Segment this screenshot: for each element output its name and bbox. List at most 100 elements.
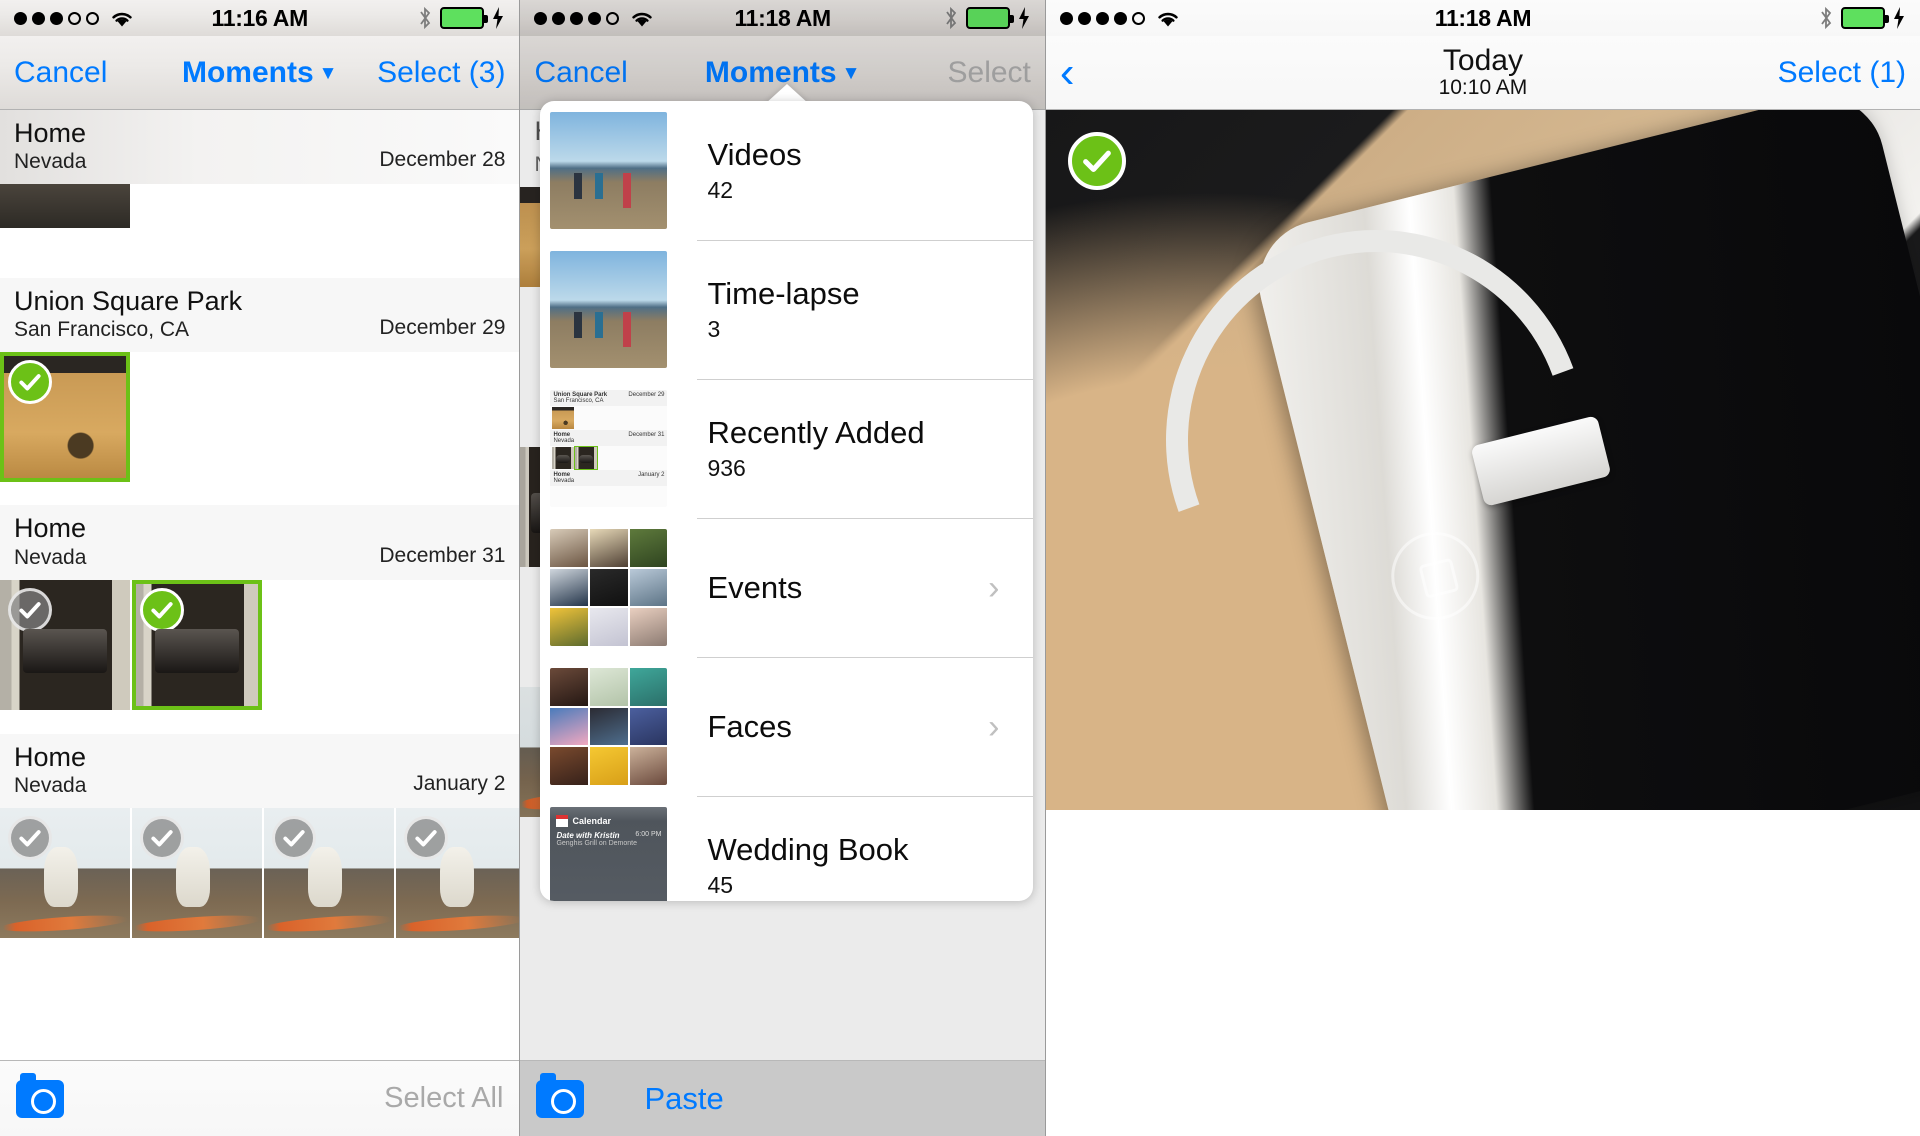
photo-thumbnail[interactable] (396, 807, 520, 938)
popover-item-recently-added[interactable]: Union Square Park San Francisco, CA Dece… (540, 379, 1034, 518)
photo-row (0, 579, 519, 710)
divider (697, 379, 1034, 380)
popover-item-count: 936 (707, 454, 746, 481)
popover-thumbnail (550, 251, 668, 368)
checkmark-icon-unselected[interactable] (8, 587, 52, 632)
photo-thumbnail-selected[interactable] (132, 579, 262, 710)
moment-title: Home (14, 741, 87, 772)
moment-header[interactable]: Home Nevada December 31 (0, 505, 520, 580)
divider (697, 657, 1034, 658)
popover-item-time-lapse[interactable]: Time-lapse 3 (540, 240, 1034, 379)
chevron-right-icon: › (988, 707, 1000, 746)
popover-item-label: Faces (707, 708, 792, 744)
calendar-event-title: Date with Kristin (556, 831, 620, 840)
moment-subtitle: Nevada (14, 150, 87, 174)
popover-thumbnail (550, 112, 668, 229)
checkmark-icon-unselected[interactable] (272, 815, 316, 860)
popover-item-wedding-book[interactable]: Calendar Date with Kristin 6:00 PM Gengh… (540, 796, 1034, 901)
divider (697, 796, 1034, 797)
moment-title: Home (14, 513, 87, 544)
moment-date: December 28 (379, 148, 506, 172)
popover-thumbnail (550, 529, 668, 646)
popover-item-label: Recently Added (707, 415, 925, 451)
calendar-event-place: Genghis Grill on Demonte (556, 840, 637, 847)
cancel-button[interactable]: Cancel (14, 56, 107, 90)
moment-date: January 2 (413, 771, 506, 795)
moment-subtitle: Nevada (14, 545, 87, 569)
nav-bar-left: Cancel Moments ▼ Select (3) (0, 36, 520, 110)
phone-panel-left: 11:16 AM Cancel Moments ▼ Select (3) Home (0, 0, 520, 1136)
bottom-toolbar-left: Select All (0, 1060, 520, 1136)
photo-row (0, 184, 519, 229)
battery-icon (1841, 7, 1889, 29)
checkmark-icon-unselected[interactable] (8, 815, 52, 860)
select-button[interactable]: Select (1) (1778, 56, 1906, 90)
photo-thumbnail[interactable] (0, 807, 130, 938)
moment-title: Home (14, 118, 87, 148)
nav-title-label: Moments (181, 55, 314, 89)
mini-subtitle: San Francisco, CA (553, 398, 604, 404)
camera-icon[interactable] (536, 1072, 585, 1118)
mini-subtitle: Nevada (553, 438, 575, 444)
calendar-event-time: 6:00 PM (635, 831, 662, 838)
select-button[interactable]: Select (3) (377, 56, 505, 90)
chevron-down-icon: ▼ (318, 62, 338, 84)
bottom-toolbar-middle: Paste (520, 1060, 1045, 1136)
divider (697, 240, 1034, 241)
divider (697, 518, 1034, 519)
status-bar-right: 11:18 AM (1045, 0, 1920, 36)
popover-item-label: Videos (707, 137, 802, 173)
phone-panel-right: 11:18 AM ‹ Today 10:10 AM Select (1) (1045, 0, 1920, 1136)
screenshot-root: 11:16 AM Cancel Moments ▼ Select (3) Home (0, 0, 1920, 1136)
chevron-left-icon[interactable]: ‹ (1060, 50, 1075, 95)
popover-thumbnail: Calendar Date with Kristin 6:00 PM Gengh… (550, 807, 668, 901)
nav-bar-right: ‹ Today 10:10 AM Select (1) (1045, 36, 1920, 110)
moment-date: December 31 (379, 543, 506, 567)
photo-row (0, 352, 519, 483)
checkmark-icon-unselected[interactable] (140, 815, 184, 860)
photo-thumbnail[interactable] (264, 807, 394, 938)
photo-thumbnail[interactable] (0, 184, 130, 229)
mini-date: January 2 (638, 472, 665, 478)
photo-thumbnail-selected[interactable] (0, 352, 130, 483)
calendar-app-label: Calendar (572, 816, 611, 826)
checkmark-icon-selected[interactable] (140, 587, 184, 632)
popover-item-videos[interactable]: Videos 42 (540, 101, 1033, 240)
chevron-right-icon: › (988, 568, 1000, 607)
moment-subtitle: San Francisco, CA (14, 318, 190, 342)
popover-thumbnail: Union Square Park San Francisco, CA Dece… (550, 390, 668, 507)
checkmark-icon-selected[interactable] (1067, 132, 1126, 190)
moment-header[interactable]: Home Nevada December 28 (0, 110, 520, 185)
checkmark-icon-selected[interactable] (8, 360, 52, 405)
moment-date: December 29 (379, 316, 506, 340)
photo-thumbnail[interactable] (132, 807, 262, 938)
popover-item-label: Wedding Book (707, 832, 909, 868)
select-all-button[interactable]: Select All (384, 1082, 503, 1115)
mini-date: December 31 (628, 432, 665, 438)
photo-row (0, 807, 520, 938)
paste-button[interactable]: Paste (644, 1081, 723, 1117)
moment-header[interactable]: Home Nevada January 2 (0, 733, 520, 808)
popover-item-label: Time-lapse (707, 276, 860, 312)
popover-thumbnail (550, 668, 668, 785)
camera-icon[interactable] (16, 1072, 64, 1118)
popover-item-events[interactable]: Events › (540, 518, 1034, 657)
battery-icon (440, 7, 489, 29)
photo-thumbnail[interactable] (0, 579, 130, 710)
popover-item-label: Events (707, 569, 803, 605)
status-bar-left: 11:16 AM (0, 0, 520, 36)
phone-panel-middle: 11:18 AM Cancel Moments▼ Select Home Nev… (520, 0, 1045, 1136)
moment-subtitle: Nevada (14, 773, 87, 797)
moments-popover-menu: Videos 42 Time-lapse 3 Union Square Park… (540, 101, 1034, 901)
mini-subtitle: Nevada (553, 478, 575, 484)
moment-title: Union Square Park (14, 286, 243, 317)
popover-item-count: 3 (707, 315, 721, 342)
popover-item-faces[interactable]: Faces › (540, 657, 1034, 796)
mini-date: December 29 (628, 392, 665, 398)
popover-item-count: 42 (707, 176, 734, 203)
moment-header[interactable]: Union Square Park San Francisco, CA Dece… (0, 278, 520, 353)
checkmark-icon-unselected[interactable] (404, 815, 448, 860)
photo-detail-view[interactable] (1045, 110, 1920, 810)
popover-item-count: 45 (707, 871, 734, 898)
status-time: 11:18 AM (1434, 4, 1532, 31)
